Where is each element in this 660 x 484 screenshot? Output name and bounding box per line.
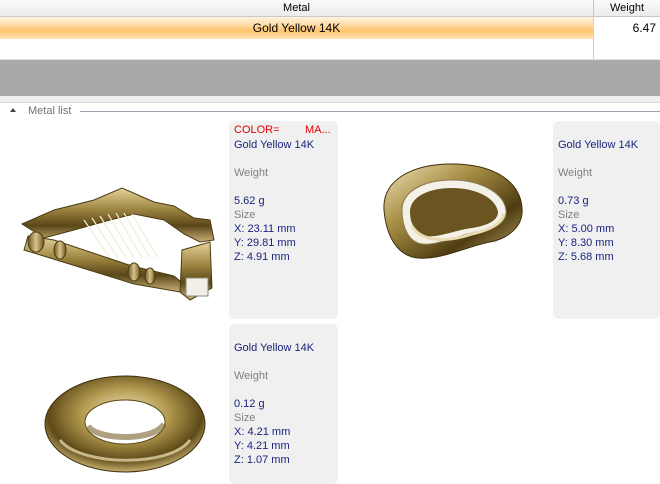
metal-list-group-header[interactable]: Metal list xyxy=(0,103,660,121)
weight-value: 0.73 g xyxy=(558,195,589,207)
metal-cell[interactable]: Gold Yellow 14K xyxy=(0,17,594,39)
weight-column-header[interactable]: Weight xyxy=(594,0,660,16)
empty-row xyxy=(0,39,660,60)
size-x: X: 4.21 mm xyxy=(234,426,291,438)
collapse-arrow-icon[interactable] xyxy=(10,108,16,112)
size-y: Y: 8.30 mm xyxy=(558,237,614,249)
size-z: Z: 5.68 mm xyxy=(558,251,614,263)
empty-grid-area xyxy=(0,60,660,96)
weight-value: 0.12 g xyxy=(234,398,265,410)
group-divider xyxy=(80,111,660,112)
metal-info-card[interactable]: Gold Yellow 14K Weight 0.73 g Size X: 5.… xyxy=(553,121,660,319)
torus-bead-preview[interactable] xyxy=(40,370,210,480)
panel-splitter[interactable] xyxy=(0,96,660,103)
size-y: Y: 4.21 mm xyxy=(234,440,290,452)
harp-pendant-preview[interactable] xyxy=(14,180,226,310)
metal-column-header[interactable]: Metal xyxy=(0,0,594,16)
size-z: Z: 1.07 mm xyxy=(234,454,290,466)
ring-preview[interactable] xyxy=(372,150,532,270)
size-z: Z: 4.91 mm xyxy=(234,251,290,263)
size-label: Size xyxy=(234,412,256,424)
weight-value: 5.62 g xyxy=(234,195,265,207)
weight-label: Weight xyxy=(234,167,269,179)
weight-label: Weight xyxy=(234,370,269,382)
size-y: Y: 29.81 mm xyxy=(234,237,296,249)
material-column-label: MA... xyxy=(305,124,331,136)
metal-name: Gold Yellow 14K xyxy=(234,139,315,151)
metal-name: Gold Yellow 14K xyxy=(234,342,315,354)
weight-cell[interactable]: 6.47 xyxy=(594,17,660,39)
size-x: X: 5.00 mm xyxy=(558,223,615,235)
metal-info-card[interactable]: COLOR= MA... Gold Yellow 14K Weight 5.62… xyxy=(229,121,338,319)
size-label: Size xyxy=(234,209,256,221)
weight-label: Weight xyxy=(558,167,593,179)
size-x: X: 23.11 mm xyxy=(234,223,296,235)
metal-name: Gold Yellow 14K xyxy=(558,139,639,151)
table-row[interactable]: Gold Yellow 14K 6.47 xyxy=(0,17,660,39)
group-title: Metal list xyxy=(28,105,72,117)
metal-info-card[interactable]: Gold Yellow 14K Weight 0.12 g Size X: 4.… xyxy=(229,324,338,484)
size-label: Size xyxy=(558,209,580,221)
grid-header: Metal Weight xyxy=(0,0,660,17)
color-column-label: COLOR= xyxy=(234,124,280,136)
